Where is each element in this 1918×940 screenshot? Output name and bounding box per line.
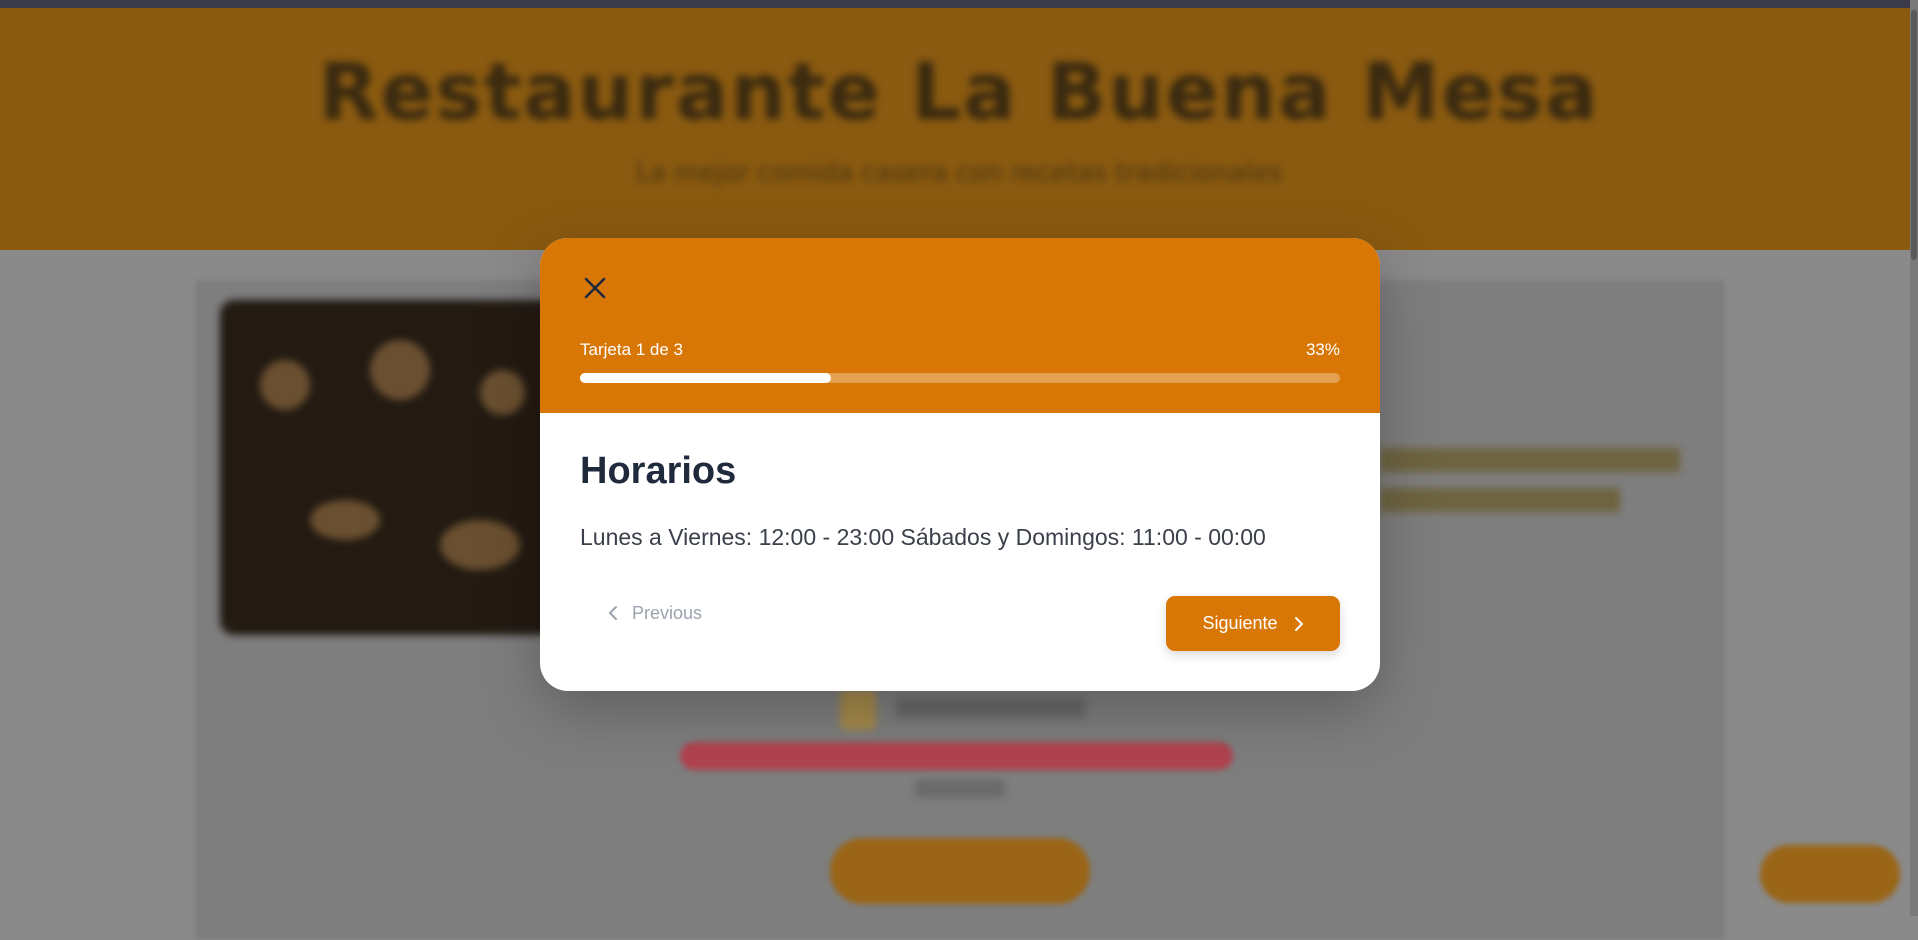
previous-button[interactable]: Previous	[608, 598, 702, 628]
hero-subtitle: La mejor comida casera con recetas tradi…	[635, 158, 1283, 188]
floating-action-button	[1760, 845, 1900, 903]
background-feature-row	[840, 690, 1090, 730]
next-button[interactable]: Siguiente	[1166, 596, 1340, 651]
modal-header: Tarjeta 1 de 3 33%	[540, 238, 1380, 413]
close-button[interactable]	[580, 273, 610, 303]
scrollbar-thumb[interactable]	[1911, 10, 1917, 260]
top-accent-bar	[0, 0, 1918, 8]
progress-track	[580, 373, 1340, 383]
progress-label: Tarjeta 1 de 3	[580, 340, 684, 359]
background-caption	[915, 780, 1005, 798]
close-icon	[584, 277, 606, 299]
hero-banner: Restaurante La Buena Mesa La mejor comid…	[0, 8, 1918, 250]
card-body: Lunes a Viernes: 12:00 - 23:00 Sábados y…	[580, 524, 1266, 550]
background-red-bar	[680, 742, 1233, 770]
next-label: Siguiente	[1202, 613, 1278, 633]
card-title: Horarios	[580, 450, 737, 492]
chevron-left-icon	[609, 606, 617, 620]
progress-percent: 33%	[1305, 340, 1340, 359]
page-scrollbar[interactable]	[1910, 0, 1918, 916]
background-text-line	[1380, 488, 1620, 512]
previous-label: Previous	[632, 602, 703, 623]
hero-title: Restaurante La Buena Mesa	[318, 48, 1600, 138]
background-action-button	[830, 838, 1090, 904]
background-text-line	[1380, 448, 1680, 472]
chevron-right-icon	[1294, 616, 1303, 631]
onboarding-modal: Tarjeta 1 de 3 33% Horarios Lunes a Vier…	[540, 238, 1380, 691]
progress-fill	[580, 373, 831, 383]
